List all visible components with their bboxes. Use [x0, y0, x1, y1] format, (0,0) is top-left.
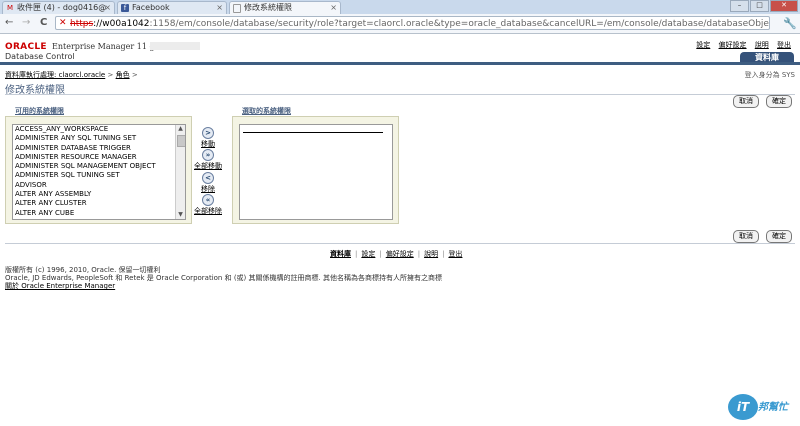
footer-divider: [5, 243, 795, 244]
remove-button[interactable]: < 移除: [198, 172, 218, 194]
ok-button-bottom[interactable]: 確定: [766, 230, 792, 243]
tab-title: Facebook: [132, 3, 170, 12]
scroll-thumb[interactable]: [177, 135, 185, 147]
footer-link-logout[interactable]: 登出: [448, 250, 462, 258]
available-privileges-label: 可用的系統權限: [15, 107, 64, 115]
selected-privileges-list[interactable]: [239, 124, 393, 220]
preferences-link[interactable]: 偏好設定: [719, 41, 747, 49]
list-item[interactable]: ADMINISTER SQL TUNING SET: [13, 171, 185, 180]
tab-gmail[interactable]: M 收件匣 (4) - dog0416@ ×: [2, 1, 115, 14]
footer-link-preferences[interactable]: 偏好設定: [386, 250, 414, 258]
remove-all-button[interactable]: « 全部移除: [194, 194, 222, 216]
page-icon: [233, 4, 241, 13]
move-all-button[interactable]: » 全部移動: [194, 149, 222, 171]
wrench-icon[interactable]: 🔧: [783, 17, 797, 30]
remove-all-icon: «: [202, 194, 214, 206]
list-item[interactable]: ADVISOR: [13, 181, 185, 190]
footer-link-setup[interactable]: 設定: [361, 250, 375, 258]
oracle-logo: ORACLE: [5, 42, 47, 52]
product-title: Enterprise Manager 11 g: [52, 42, 155, 51]
selected-panel: [232, 116, 399, 224]
tab-active[interactable]: 修改系統權限 ×: [229, 1, 341, 14]
back-button[interactable]: ←: [5, 17, 13, 29]
address-bar[interactable]: ✕ https://w00a1042:1158/em/console/datab…: [55, 16, 770, 30]
footer-links: 資料庫 | 設定 | 偏好設定 | 說明 | 登出: [330, 250, 463, 258]
list-item[interactable]: ACCESS_ANY_WORKSPACE: [13, 125, 185, 134]
tab-title: 修改系統權限: [244, 3, 292, 12]
maximize-button[interactable]: □: [750, 0, 769, 12]
move-button[interactable]: > 移動: [198, 127, 218, 149]
setup-link[interactable]: 設定: [696, 41, 710, 49]
browser-tabstrip: M 收件匣 (4) - dog0416@ × f Facebook × 修改系統…: [0, 0, 800, 14]
url-host: ://w00a1042: [93, 19, 150, 29]
redacted-area: [150, 42, 200, 50]
insecure-lock-icon: ✕: [59, 18, 67, 28]
available-privileges-list[interactable]: ACCESS_ANY_WORKSPACE ADMINISTER ANY SQL T…: [12, 124, 186, 220]
footer-link-database[interactable]: 資料庫: [330, 250, 351, 258]
ithome-watermark: iT 邦幫忙: [728, 392, 794, 422]
breadcrumb-roles[interactable]: 角色: [116, 71, 130, 79]
close-icon[interactable]: ×: [104, 2, 111, 14]
logged-in-label: 登入身分為 SYS: [744, 71, 795, 79]
about-line: 關於 Oracle Enterprise Manager: [5, 281, 115, 291]
empty-list-placeholder: [243, 132, 383, 133]
move-right-icon: >: [202, 127, 214, 139]
minimize-button[interactable]: –: [730, 0, 749, 12]
forward-button[interactable]: →: [22, 17, 30, 29]
list-scrollbar[interactable]: ▲ ▼: [175, 125, 185, 219]
list-item[interactable]: ADMINISTER RESOURCE MANAGER: [13, 153, 185, 162]
close-icon[interactable]: ×: [216, 2, 223, 14]
list-item[interactable]: ADMINISTER ANY SQL TUNING SET: [13, 134, 185, 143]
tab-facebook[interactable]: f Facebook ×: [117, 1, 227, 14]
list-item[interactable]: ALTER ANY CLUSTER: [13, 199, 185, 208]
facebook-icon: f: [121, 4, 129, 12]
tab-title: 收件匣 (4) - dog0416@: [17, 3, 107, 12]
reload-button[interactable]: C: [40, 17, 47, 29]
list-item[interactable]: ADMINISTER DATABASE TRIGGER: [13, 144, 185, 153]
watermark-badge: iT: [728, 394, 758, 420]
scroll-down-icon[interactable]: ▼: [176, 211, 185, 219]
about-link[interactable]: 關於 Oracle Enterprise Manager: [5, 282, 115, 290]
breadcrumb-separator: >: [107, 71, 114, 79]
breadcrumb-instance[interactable]: 資料庫執行處理: claorcl.oracle: [5, 71, 105, 79]
footer-link-help[interactable]: 說明: [424, 250, 438, 258]
list-item[interactable]: ALTER ANY ASSEMBLY: [13, 190, 185, 199]
product-subtitle: Database Control: [5, 52, 75, 61]
remove-label: 移除: [201, 185, 215, 193]
move-label: 移動: [201, 140, 215, 148]
list-item[interactable]: ALTER ANY CUBE: [13, 209, 185, 218]
browser-toolbar: ← → C ✕ https://w00a1042:1158/em/console…: [0, 14, 800, 34]
gmail-icon: M: [6, 4, 14, 12]
cancel-button-bottom[interactable]: 取消: [733, 230, 759, 243]
move-all-icon: »: [202, 149, 214, 161]
scroll-up-icon[interactable]: ▲: [176, 125, 185, 133]
global-links: 設定 偏好設定 說明 登出: [690, 40, 791, 50]
move-all-label: 全部移動: [194, 162, 222, 170]
breadcrumb-separator: >: [131, 71, 138, 79]
remove-all-label: 全部移除: [194, 207, 222, 215]
watermark-text: 邦幫忙: [758, 402, 788, 413]
selected-privileges-label: 選取的系統權限: [242, 107, 291, 115]
header-rule: [0, 62, 800, 65]
breadcrumb: 資料庫執行處理: claorcl.oracle > 角色 >: [5, 70, 138, 80]
help-link[interactable]: 說明: [755, 41, 769, 49]
url-path: :1158/em/console/database/security/role?…: [149, 19, 770, 29]
move-left-icon: <: [202, 172, 214, 184]
available-panel: ACCESS_ANY_WORKSPACE ADMINISTER ANY SQL T…: [5, 116, 192, 224]
close-icon[interactable]: ×: [330, 2, 337, 14]
window-controls: – □ ✕: [730, 0, 798, 12]
list-item[interactable]: ADMINISTER SQL MANAGEMENT OBJECT: [13, 162, 185, 171]
ok-button[interactable]: 確定: [766, 95, 792, 108]
url-scheme: https: [70, 19, 94, 29]
logout-link[interactable]: 登出: [777, 41, 791, 49]
title-divider: [5, 94, 795, 95]
cancel-button[interactable]: 取消: [733, 95, 759, 108]
window-close-button[interactable]: ✕: [770, 0, 798, 12]
